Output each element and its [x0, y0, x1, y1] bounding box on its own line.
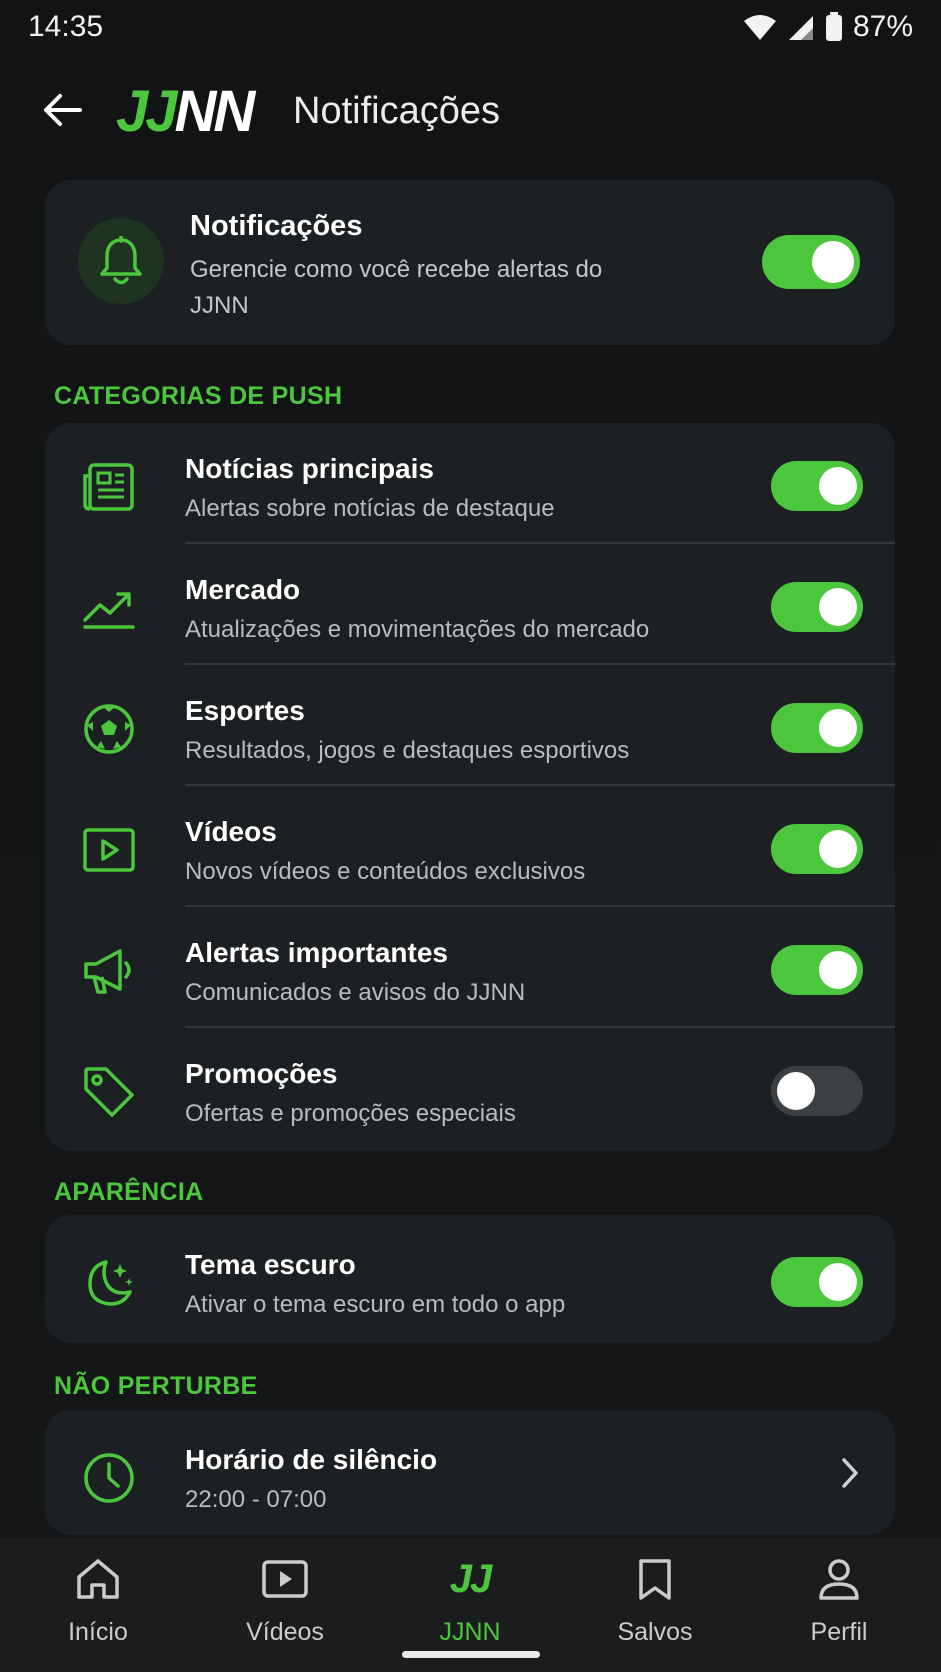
category-row-esportes[interactable]: Esportes Resultados, jogos e destaques e…	[45, 665, 895, 786]
category-row-noticias[interactable]: Notícias principais Alertas sobre notíci…	[45, 423, 895, 544]
notifications-master-card: Notificações Gerencie como você recebe a…	[45, 180, 895, 345]
category-title: Alertas importantes	[185, 937, 448, 968]
category-description: Atualizações e movimentações do mercado	[185, 616, 650, 643]
dark-theme-row[interactable]: Tema escuro Ativar o tema escuro em todo…	[45, 1219, 895, 1340]
category-row-promocoes[interactable]: Promoções Ofertas e promoções especiais	[45, 1028, 895, 1149]
quiet-hours-title: Horário de silêncio	[185, 1444, 438, 1475]
category-description: Alertas sobre notícias de destaque	[185, 495, 555, 522]
push-categories-card: Notícias principais Alertas sobre notíci…	[45, 423, 895, 1151]
category-title: Esportes	[185, 695, 305, 726]
category-title: Promoções	[185, 1058, 338, 1089]
section-push-categories: CATEGORIAS DE PUSH	[54, 382, 343, 410]
category-description: Ofertas e promoções especiais	[185, 1100, 516, 1127]
dnd-card: Horário de silêncio 22:00 - 07:00	[45, 1410, 895, 1535]
status-time: 14:35	[28, 10, 104, 43]
newspaper-icon	[81, 459, 137, 515]
category-title: Vídeos	[185, 816, 277, 847]
soccer-ball-icon	[81, 701, 137, 757]
section-dnd: NÃO PERTURBE	[54, 1372, 258, 1400]
status-bar: 14:35 87%	[0, 0, 941, 56]
category-description: Novos vídeos e conteúdos exclusivos	[185, 858, 586, 885]
jj-logo-icon: JJ	[449, 1556, 492, 1601]
page-title: Notificações	[293, 90, 500, 132]
bookmark-icon	[637, 1554, 673, 1604]
battery-percent: 87%	[852, 10, 913, 43]
quiet-hours-value: 22:00 - 07:00	[185, 1486, 327, 1513]
category-row-videos[interactable]: Vídeos Novos vídeos e conteúdos exclusiv…	[45, 786, 895, 907]
toggle-alertas[interactable]	[771, 945, 863, 995]
category-title: Notícias principais	[185, 453, 434, 484]
chevron-right-icon	[839, 1456, 861, 1495]
clock-icon	[81, 1450, 137, 1506]
status-icons: 87%	[743, 10, 913, 44]
battery-icon	[825, 12, 843, 42]
home-indicator[interactable]	[402, 1651, 540, 1658]
section-appearance: APARÊNCIA	[54, 1178, 204, 1206]
appearance-card: Tema escuro Ativar o tema escuro em todo…	[45, 1215, 895, 1343]
trending-up-icon	[81, 580, 137, 636]
toggle-esportes[interactable]	[771, 703, 863, 753]
signal-icon	[787, 13, 815, 41]
app-header: JJNN Notificações	[0, 70, 941, 150]
category-row-mercado[interactable]: Mercado Atualizações e movimentações do …	[45, 544, 895, 665]
toggle-promocoes[interactable]	[771, 1066, 863, 1116]
quiet-hours-row[interactable]: Horário de silêncio 22:00 - 07:00	[45, 1414, 895, 1535]
master-description: Gerencie como você recebe alertas do JJN…	[190, 256, 603, 319]
category-description: Comunicados e avisos do JJNN	[185, 979, 526, 1006]
video-play-icon	[81, 822, 137, 878]
master-title: Notificações	[190, 210, 363, 242]
master-notifications-toggle[interactable]	[762, 235, 860, 289]
dark-theme-toggle[interactable]	[771, 1257, 863, 1307]
megaphone-icon	[81, 943, 137, 999]
category-title: Mercado	[185, 574, 301, 605]
moon-stars-icon	[81, 1255, 137, 1311]
video-icon	[261, 1554, 309, 1604]
nav-perfil[interactable]: Perfil	[764, 1554, 914, 1654]
back-button[interactable]	[36, 84, 88, 136]
category-row-alertas[interactable]: Alertas importantes Comunicados e avisos…	[45, 907, 895, 1028]
bell-icon	[78, 218, 164, 304]
nav-videos[interactable]: Vídeos	[210, 1554, 360, 1654]
tag-icon	[81, 1064, 137, 1120]
nav-inicio[interactable]: Início	[23, 1554, 173, 1654]
notifications-screen: 14:35 87% JJNN Notificações Notificações…	[0, 0, 941, 1672]
wifi-icon	[743, 13, 777, 41]
dark-theme-description: Ativar o tema escuro em todo o app	[185, 1291, 566, 1318]
person-icon	[817, 1554, 861, 1604]
toggle-mercado[interactable]	[771, 582, 863, 632]
nav-salvos[interactable]: Salvos	[580, 1554, 730, 1654]
arrow-left-icon	[44, 94, 82, 126]
home-icon	[75, 1554, 121, 1604]
jjnn-logo: JJNN	[116, 79, 255, 144]
nav-jjnn[interactable]: JJ JJNN	[395, 1554, 545, 1654]
dark-theme-title: Tema escuro	[185, 1249, 356, 1280]
category-description: Resultados, jogos e destaques esportivos	[185, 737, 630, 764]
toggle-videos[interactable]	[771, 824, 863, 874]
toggle-noticias[interactable]	[771, 461, 863, 511]
